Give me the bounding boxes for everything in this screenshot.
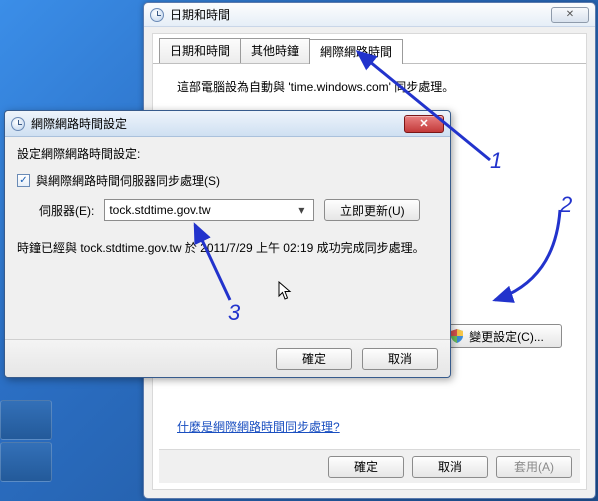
tab-internet-time[interactable]: 網際網路時間 [309, 39, 403, 64]
internet-time-settings-dialog: 網際網路時間設定 ✕ 設定網際網路時間設定: ✓ 與網際網路時間伺服器同步處理(… [4, 110, 451, 378]
cancel-button[interactable]: 取消 [362, 348, 438, 370]
shield-icon [450, 329, 464, 343]
button-label: 套用(A) [514, 458, 554, 475]
change-settings-label: 變更設定(C)... [469, 328, 544, 345]
tab-datetime[interactable]: 日期和時間 [159, 38, 241, 63]
tab-strip: 日期和時間 其他時鐘 網際網路時間 [153, 34, 586, 64]
dialog-title: 網際網路時間設定 [31, 115, 127, 132]
close-button[interactable]: ✕ [551, 7, 589, 23]
change-settings-button[interactable]: 變更設定(C)... [432, 324, 562, 348]
dialog-titlebar[interactable]: 網際網路時間設定 ✕ [5, 111, 450, 137]
button-label: 立即更新(U) [340, 202, 405, 219]
button-label: 確定 [354, 458, 378, 475]
close-icon: ✕ [419, 117, 428, 130]
datetime-titlebar[interactable]: 日期和時間 ✕ [144, 3, 595, 27]
server-combobox[interactable]: tock.stdtime.gov.tw ▾ [104, 199, 314, 221]
sync-description: 這部電腦設為自動與 'time.windows.com' 同步處理。 [177, 78, 562, 95]
sync-checkbox-label: 與網際網路時間伺服器同步處理(S) [36, 172, 220, 189]
sync-checkbox-row: ✓ 與網際網路時間伺服器同步處理(S) [17, 172, 438, 189]
ok-button[interactable]: 確定 [328, 456, 404, 478]
apply-button[interactable]: 套用(A) [496, 456, 572, 478]
ok-button[interactable]: 確定 [276, 348, 352, 370]
clock-icon [150, 8, 164, 22]
close-icon: ✕ [566, 10, 574, 20]
taskbar-button[interactable] [0, 400, 52, 440]
button-label: 確定 [302, 350, 326, 367]
button-label: 取消 [388, 350, 412, 367]
help-link[interactable]: 什麼是網際網路時間同步處理? [177, 418, 340, 435]
cancel-button[interactable]: 取消 [412, 456, 488, 478]
clock-icon [11, 117, 25, 131]
server-value: tock.stdtime.gov.tw [109, 203, 293, 217]
close-button[interactable]: ✕ [404, 115, 444, 133]
tab-label: 網際網路時間 [320, 45, 392, 59]
update-now-button[interactable]: 立即更新(U) [324, 199, 420, 221]
button-label: 取消 [438, 458, 462, 475]
dialog-footer: 確定 取消 [5, 339, 450, 377]
datetime-title: 日期和時間 [170, 6, 230, 23]
chevron-down-icon: ▾ [293, 203, 309, 217]
server-row: 伺服器(E): tock.stdtime.gov.tw ▾ 立即更新(U) [39, 199, 438, 221]
tab-label: 其他時鐘 [251, 44, 299, 58]
taskbar-button[interactable] [0, 442, 52, 482]
dialog-heading: 設定網際網路時間設定: [17, 145, 438, 162]
tab-label: 日期和時間 [170, 44, 230, 58]
server-label: 伺服器(E): [39, 202, 94, 219]
sync-status: 時鐘已經與 tock.stdtime.gov.tw 於 2011/7/29 上午… [17, 239, 438, 258]
datetime-footer: 確定 取消 套用(A) [159, 449, 580, 483]
dialog-content: 設定網際網路時間設定: ✓ 與網際網路時間伺服器同步處理(S) 伺服器(E): … [17, 145, 438, 335]
tab-additional-clocks[interactable]: 其他時鐘 [240, 38, 310, 63]
sync-checkbox[interactable]: ✓ [17, 174, 30, 187]
